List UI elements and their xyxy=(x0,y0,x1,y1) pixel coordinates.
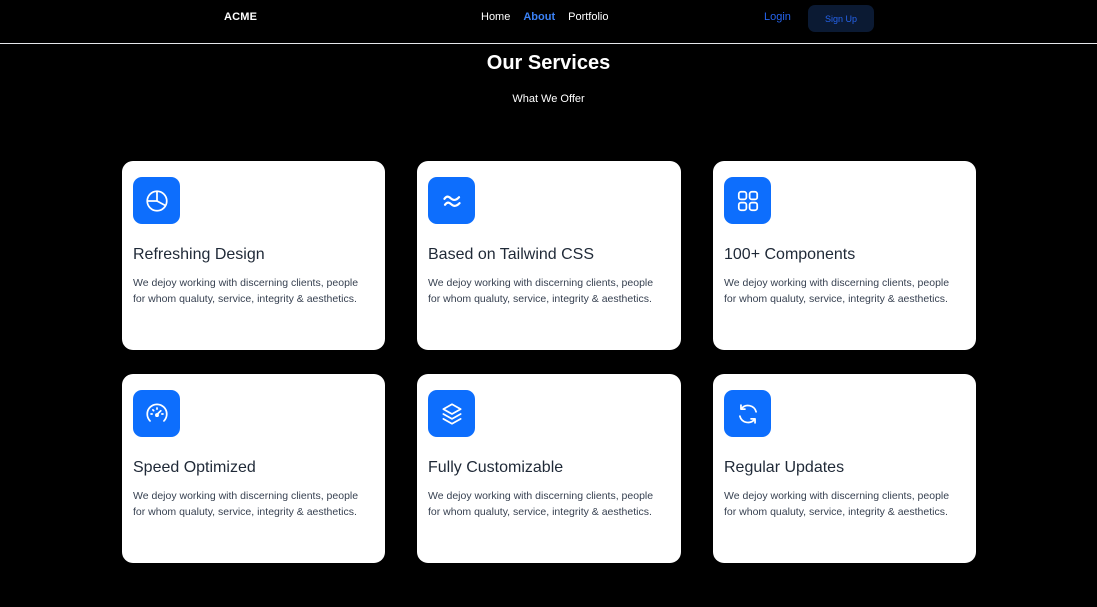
section-subtitle: What We Offer xyxy=(512,93,585,105)
service-card: Regular Updates We dejoy working with di… xyxy=(713,374,976,563)
nav-link-portfolio[interactable]: Portfolio xyxy=(568,11,608,23)
service-description: We dejoy working with discerning clients… xyxy=(428,490,654,518)
service-description: We dejoy working with discerning clients… xyxy=(133,277,359,305)
grid-icon xyxy=(724,177,771,224)
layers-icon xyxy=(428,390,475,437)
service-card: Speed Optimized We dejoy working with di… xyxy=(122,374,385,563)
service-description: We dejoy working with discerning clients… xyxy=(133,490,359,518)
service-description: We dejoy working with discerning clients… xyxy=(428,277,654,305)
tailwind-icon xyxy=(428,177,475,224)
service-card: 100+ Components We dejoy working with di… xyxy=(713,161,976,350)
refresh-icon xyxy=(724,390,771,437)
service-description: We dejoy working with discerning clients… xyxy=(724,277,950,305)
nav-link-home[interactable]: Home xyxy=(481,11,510,23)
services-grid: Refreshing Design We dejoy working with … xyxy=(122,161,976,563)
navbar: ACME Home About Portfolio Login Sign Up xyxy=(0,0,1097,44)
service-title: Regular Updates xyxy=(724,459,845,476)
section-title: Our Services xyxy=(486,52,611,74)
service-card: Based on Tailwind CSS We dejoy working w… xyxy=(417,161,681,350)
pie-chart-icon xyxy=(133,177,180,224)
service-description: We dejoy working with discerning clients… xyxy=(724,490,950,518)
service-title: Speed Optimized xyxy=(133,459,256,476)
signup-button[interactable]: Sign Up xyxy=(808,5,874,32)
brand-logo[interactable]: ACME xyxy=(224,11,257,23)
service-title: 100+ Components xyxy=(724,246,856,263)
login-link[interactable]: Login xyxy=(764,11,791,23)
service-card: Refreshing Design We dejoy working with … xyxy=(122,161,385,350)
nav-links: Home About Portfolio xyxy=(481,11,608,23)
nav-link-about[interactable]: About xyxy=(523,11,555,23)
service-title: Fully Customizable xyxy=(428,459,564,476)
speedometer-icon xyxy=(133,390,180,437)
service-title: Refreshing Design xyxy=(133,246,265,263)
service-card: Fully Customizable We dejoy working with… xyxy=(417,374,681,563)
service-title: Based on Tailwind CSS xyxy=(428,246,595,263)
